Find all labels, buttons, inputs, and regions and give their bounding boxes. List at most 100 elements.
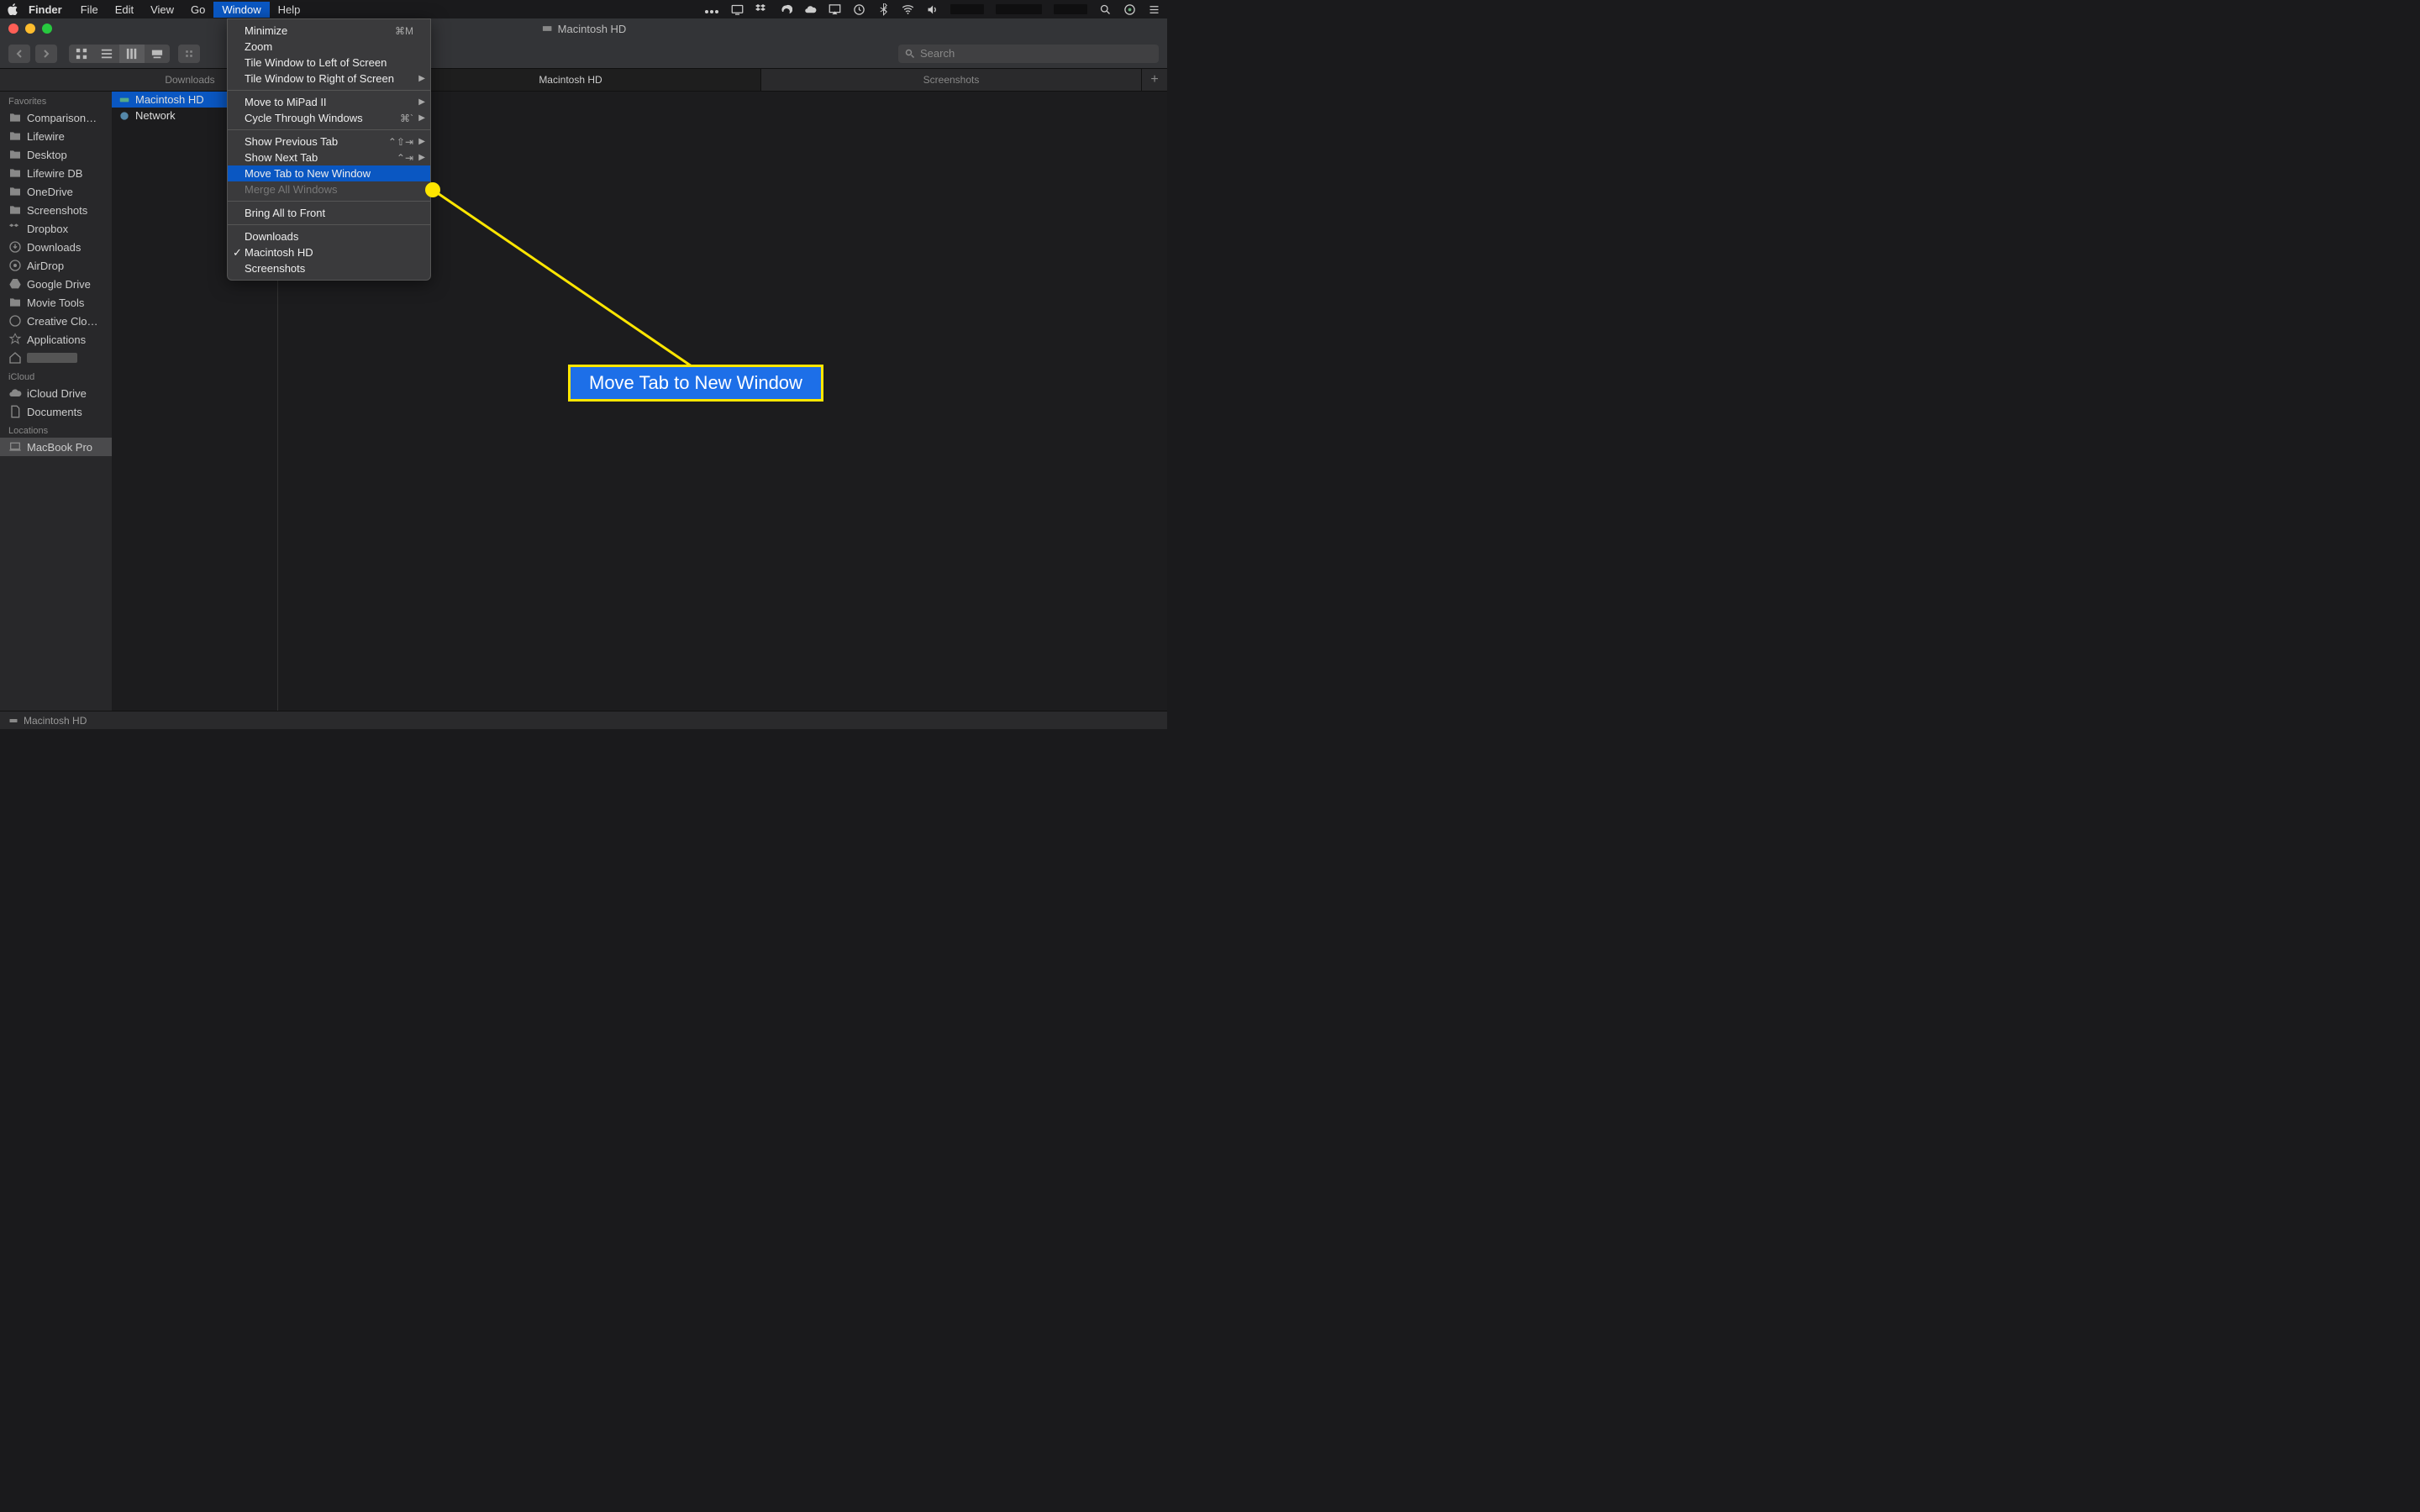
- menubar: Finder File Edit View Go Window Help: [0, 0, 1167, 18]
- airplay-icon[interactable]: [829, 3, 841, 16]
- dropbox-icon[interactable]: [755, 3, 768, 16]
- app-name[interactable]: Finder: [29, 3, 62, 16]
- search-icon: [905, 49, 915, 59]
- path-bar: Macintosh HD: [0, 711, 1167, 729]
- menu-tile-right[interactable]: Tile Window to Right of Screen▶: [228, 71, 430, 87]
- drive-icon: [8, 716, 18, 726]
- sidebar-item[interactable]: MacBook Pro: [0, 438, 112, 456]
- wifi-icon[interactable]: [902, 3, 914, 16]
- menu-go[interactable]: Go: [182, 2, 213, 18]
- sidebar-item[interactable]: Applications: [0, 330, 112, 349]
- menu-view[interactable]: View: [142, 2, 182, 18]
- fullscreen-button[interactable]: [42, 24, 52, 34]
- menu-win-downloads[interactable]: Downloads: [228, 228, 430, 244]
- path-segment[interactable]: Macintosh HD: [24, 715, 87, 727]
- callout-dot: [425, 182, 440, 197]
- tab-macintosh-hd[interactable]: Macintosh HD: [381, 69, 761, 91]
- menu-cycle[interactable]: Cycle Through Windows⌘`▶: [228, 110, 430, 126]
- cloud-icon[interactable]: [804, 3, 817, 16]
- sidebar-item[interactable]: Lifewire DB: [0, 164, 112, 182]
- menu-window[interactable]: Window: [213, 2, 269, 18]
- menu-next-tab[interactable]: Show Next Tab⌃⇥▶: [228, 150, 430, 165]
- folder-icon: [8, 296, 22, 309]
- sidebar-item[interactable]: Lifewire: [0, 127, 112, 145]
- menu-move-to[interactable]: Move to MiPad II▶: [228, 94, 430, 110]
- search-field[interactable]: Search: [898, 45, 1159, 63]
- menu-win-macintosh-hd[interactable]: ✓Macintosh HD: [228, 244, 430, 260]
- spotlight-icon[interactable]: [1099, 3, 1112, 16]
- menu-bring-all[interactable]: Bring All to Front: [228, 205, 430, 221]
- applications-icon: [8, 333, 22, 346]
- sidebar-item[interactable]: AirDrop: [0, 256, 112, 275]
- notification-center-icon[interactable]: [1148, 3, 1160, 16]
- folder-icon: [8, 166, 22, 180]
- sidebar-item[interactable]: Comparison…: [0, 108, 112, 127]
- tab-bar: Downloads Macintosh HD Screenshots +: [0, 69, 1167, 92]
- icloud-header: iCloud: [0, 367, 112, 384]
- folder-icon: [8, 203, 22, 217]
- close-button[interactable]: [8, 24, 18, 34]
- bluetooth-icon[interactable]: [877, 3, 890, 16]
- sidebar-item[interactable]: Desktop: [0, 145, 112, 164]
- menu-zoom[interactable]: Zoom: [228, 39, 430, 55]
- drive-icon: [541, 23, 553, 34]
- creative-cloud-icon: [8, 314, 22, 328]
- apple-logo-icon[interactable]: [7, 3, 18, 15]
- download-icon: [8, 240, 22, 254]
- menu-file[interactable]: File: [72, 2, 107, 18]
- drive-icon: [118, 94, 130, 106]
- creative-cloud-icon[interactable]: [780, 3, 792, 16]
- redacted-status: [1054, 4, 1087, 14]
- menu-win-screenshots[interactable]: Screenshots: [228, 260, 430, 276]
- sidebar-item[interactable]: Google Drive: [0, 275, 112, 293]
- folder-icon: [8, 185, 22, 198]
- menu-prev-tab[interactable]: Show Previous Tab⌃⇧⇥▶: [228, 134, 430, 150]
- sidebar-item[interactable]: Documents: [0, 402, 112, 421]
- minimize-button[interactable]: [25, 24, 35, 34]
- sidebar-item[interactable]: OneDrive: [0, 182, 112, 201]
- airdrop-icon: [8, 259, 22, 272]
- window-title: Macintosh HD: [541, 23, 627, 35]
- cloud-icon: [8, 386, 22, 400]
- menu-move-tab-new-window[interactable]: Move Tab to New Window: [228, 165, 430, 181]
- menu-tile-left[interactable]: Tile Window to Left of Screen: [228, 55, 430, 71]
- toolbar: Search: [0, 39, 1167, 69]
- volume-icon[interactable]: [926, 3, 939, 16]
- timemachine-icon[interactable]: [853, 3, 865, 16]
- menu-help[interactable]: Help: [270, 2, 309, 18]
- sidebar-item[interactable]: [0, 349, 112, 367]
- menu-minimize[interactable]: Minimize⌘M: [228, 23, 430, 39]
- sidebar-item[interactable]: iCloud Drive: [0, 384, 112, 402]
- locations-header: Locations: [0, 421, 112, 438]
- redacted-status: [950, 4, 984, 14]
- documents-icon: [8, 405, 22, 418]
- sidebar-item[interactable]: Screenshots: [0, 201, 112, 219]
- folder-icon: [8, 111, 22, 124]
- redacted-status: [996, 4, 1042, 14]
- globe-icon: [118, 110, 130, 122]
- laptop-icon: [8, 440, 22, 454]
- window-menu-dropdown: Minimize⌘M Zoom Tile Window to Left of S…: [227, 18, 431, 281]
- arrange-button[interactable]: [178, 45, 200, 63]
- sidebar-item[interactable]: Movie Tools: [0, 293, 112, 312]
- sidebar-item[interactable]: Dropbox: [0, 219, 112, 238]
- siri-icon[interactable]: [1123, 3, 1136, 16]
- tab-screenshots[interactable]: Screenshots: [761, 69, 1142, 91]
- dropbox-icon: [8, 222, 22, 235]
- menu-edit[interactable]: Edit: [107, 2, 142, 18]
- titlebar: Macintosh HD: [0, 18, 1167, 39]
- menubar-right: [704, 3, 1160, 16]
- sidebar-item[interactable]: Creative Clo…: [0, 312, 112, 330]
- forward-button[interactable]: [35, 45, 57, 63]
- display-icon[interactable]: [731, 3, 744, 16]
- sidebar: Favorites Comparison… Lifewire Desktop L…: [0, 92, 112, 711]
- sidebar-item[interactable]: Downloads: [0, 238, 112, 256]
- back-button[interactable]: [8, 45, 30, 63]
- favorites-header: Favorites: [0, 92, 112, 108]
- google-drive-icon: [8, 277, 22, 291]
- new-tab-button[interactable]: +: [1142, 69, 1167, 91]
- callout-label: Move Tab to New Window: [568, 365, 823, 402]
- overflow-icon[interactable]: [704, 3, 719, 16]
- folder-icon: [8, 148, 22, 161]
- view-mode-segment[interactable]: [69, 45, 170, 63]
